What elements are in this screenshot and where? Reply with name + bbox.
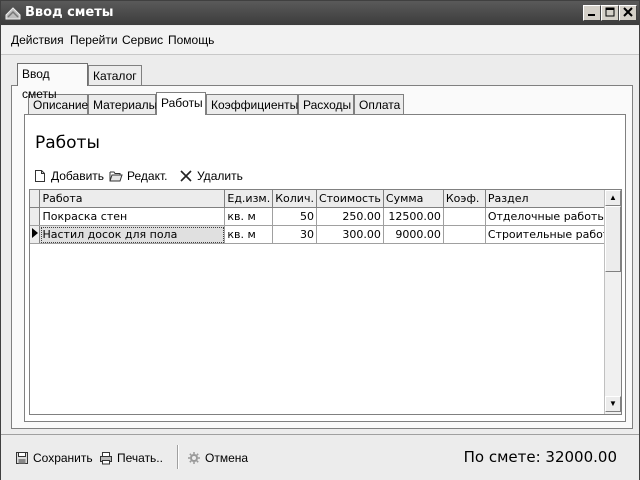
- maximize-button[interactable]: [601, 5, 619, 21]
- toolbar-separator: [177, 445, 179, 469]
- client-area: Ввод сметы Каталог Описание Материалы Ра…: [1, 55, 639, 433]
- current-row-arrow-icon: [31, 228, 38, 238]
- works-grid[interactable]: Работа Ед.изм. Колич. Стоимость Сумма Ко…: [29, 189, 622, 415]
- scroll-down-button[interactable]: ▼: [605, 396, 621, 412]
- print-button[interactable]: Печать..: [99, 449, 163, 467]
- cancel-label: Отмена: [205, 451, 249, 465]
- column-header-cost[interactable]: Стоимость: [316, 190, 384, 208]
- open-folder-icon: [109, 171, 123, 182]
- delete-button[interactable]: Удалить: [179, 167, 243, 185]
- estimate-panel: Описание Материалы Работы Коэффициенты Р…: [11, 85, 633, 429]
- row-indicator[interactable]: [30, 225, 41, 244]
- row-indicator[interactable]: [30, 207, 41, 226]
- minimize-button[interactable]: [583, 5, 601, 21]
- tab-catalog[interactable]: Каталог: [88, 65, 142, 85]
- column-header-unit[interactable]: Ед.изм.: [224, 190, 274, 208]
- close-button[interactable]: [619, 5, 637, 21]
- column-header-sum[interactable]: Сумма: [383, 190, 444, 208]
- cell-work[interactable]: Покраска стен: [39, 207, 226, 226]
- print-label: Печать..: [117, 451, 163, 465]
- works-panel: Работы Добавить Редакт. Удалить Работа Е…: [24, 114, 626, 422]
- add-button[interactable]: Добавить: [33, 167, 104, 185]
- window-title: Ввод сметы: [25, 5, 114, 20]
- table-row-selected[interactable]: Настил досок для пола кв. м 30 300.00 90…: [30, 225, 621, 244]
- indicator-header: [30, 190, 41, 208]
- cell-unit[interactable]: кв. м: [224, 207, 274, 226]
- save-label: Сохранить: [33, 451, 93, 465]
- section-title: Работы: [35, 133, 100, 153]
- maximize-icon: [605, 7, 615, 17]
- tab-works[interactable]: Работы: [156, 92, 206, 115]
- column-header-coefficient[interactable]: Коэф.: [443, 190, 486, 208]
- edit-button[interactable]: Редакт.: [109, 167, 167, 185]
- table-header-row: Работа Ед.изм. Колич. Стоимость Сумма Ко…: [30, 190, 621, 208]
- cell-quantity[interactable]: 50: [272, 207, 317, 226]
- floppy-disk-icon: [16, 452, 28, 464]
- save-button[interactable]: Сохранить: [15, 449, 93, 467]
- tab-coefficients[interactable]: Коэффициенты: [206, 94, 298, 114]
- cell-sum[interactable]: 9000.00: [383, 225, 444, 244]
- cell-cost[interactable]: 300.00: [316, 225, 384, 244]
- tab-estimate-entry[interactable]: Ввод сметы: [17, 63, 88, 101]
- estimate-total: По смете: 32000.00: [463, 448, 617, 466]
- column-header-quantity[interactable]: Колич.: [272, 190, 317, 208]
- cell-cost[interactable]: 250.00: [316, 207, 384, 226]
- edit-label: Редакт.: [127, 169, 168, 183]
- main-window: Ввод сметы Действия Перейти Сервис Помощ…: [0, 0, 640, 480]
- column-header-section[interactable]: Раздел: [485, 190, 621, 208]
- cell-coefficient[interactable]: [443, 225, 486, 244]
- bottom-bar: Сохранить Печать.. Отмена По смете: 3200…: [1, 434, 639, 480]
- cancel-button[interactable]: Отмена: [187, 449, 248, 467]
- vertical-scrollbar[interactable]: ▲ ▼: [604, 190, 621, 414]
- menu-service[interactable]: Сервис: [122, 33, 163, 47]
- works-table: Работа Ед.изм. Колич. Стоимость Сумма Ко…: [30, 190, 621, 244]
- cell-work[interactable]: Настил досок для пола: [39, 225, 226, 244]
- tab-expenses[interactable]: Расходы: [298, 94, 354, 114]
- cell-section[interactable]: Строительные работы: [485, 225, 621, 244]
- cell-unit[interactable]: кв. м: [224, 225, 274, 244]
- cell-quantity[interactable]: 30: [272, 225, 317, 244]
- menu-bar: Действия Перейти Сервис Помощь: [1, 26, 639, 55]
- column-header-work[interactable]: Работа: [39, 190, 226, 208]
- cell-sum[interactable]: 12500.00: [383, 207, 444, 226]
- close-icon: [623, 7, 633, 17]
- tab-materials[interactable]: Материалы: [88, 94, 157, 114]
- delete-x-icon: [180, 170, 192, 182]
- tab-payment[interactable]: Оплата: [354, 94, 404, 114]
- scroll-thumb[interactable]: [605, 206, 621, 272]
- cancel-gear-icon: [188, 452, 200, 464]
- cell-section[interactable]: Отделочные работы: [485, 207, 621, 226]
- title-bar[interactable]: Ввод сметы: [1, 1, 639, 25]
- menu-navigate[interactable]: Перейти: [70, 33, 118, 47]
- new-document-icon: [35, 170, 45, 182]
- cell-coefficient[interactable]: [443, 207, 486, 226]
- table-row[interactable]: Покраска стен кв. м 50 250.00 12500.00 О…: [30, 207, 621, 226]
- minimize-icon: [588, 14, 595, 16]
- scroll-up-button[interactable]: ▲: [605, 190, 621, 206]
- menu-help[interactable]: Помощь: [168, 33, 214, 47]
- add-label: Добавить: [51, 169, 105, 183]
- menu-actions[interactable]: Действия: [11, 33, 64, 47]
- delete-label: Удалить: [197, 169, 243, 183]
- printer-icon: [100, 452, 112, 465]
- app-icon: [5, 7, 21, 20]
